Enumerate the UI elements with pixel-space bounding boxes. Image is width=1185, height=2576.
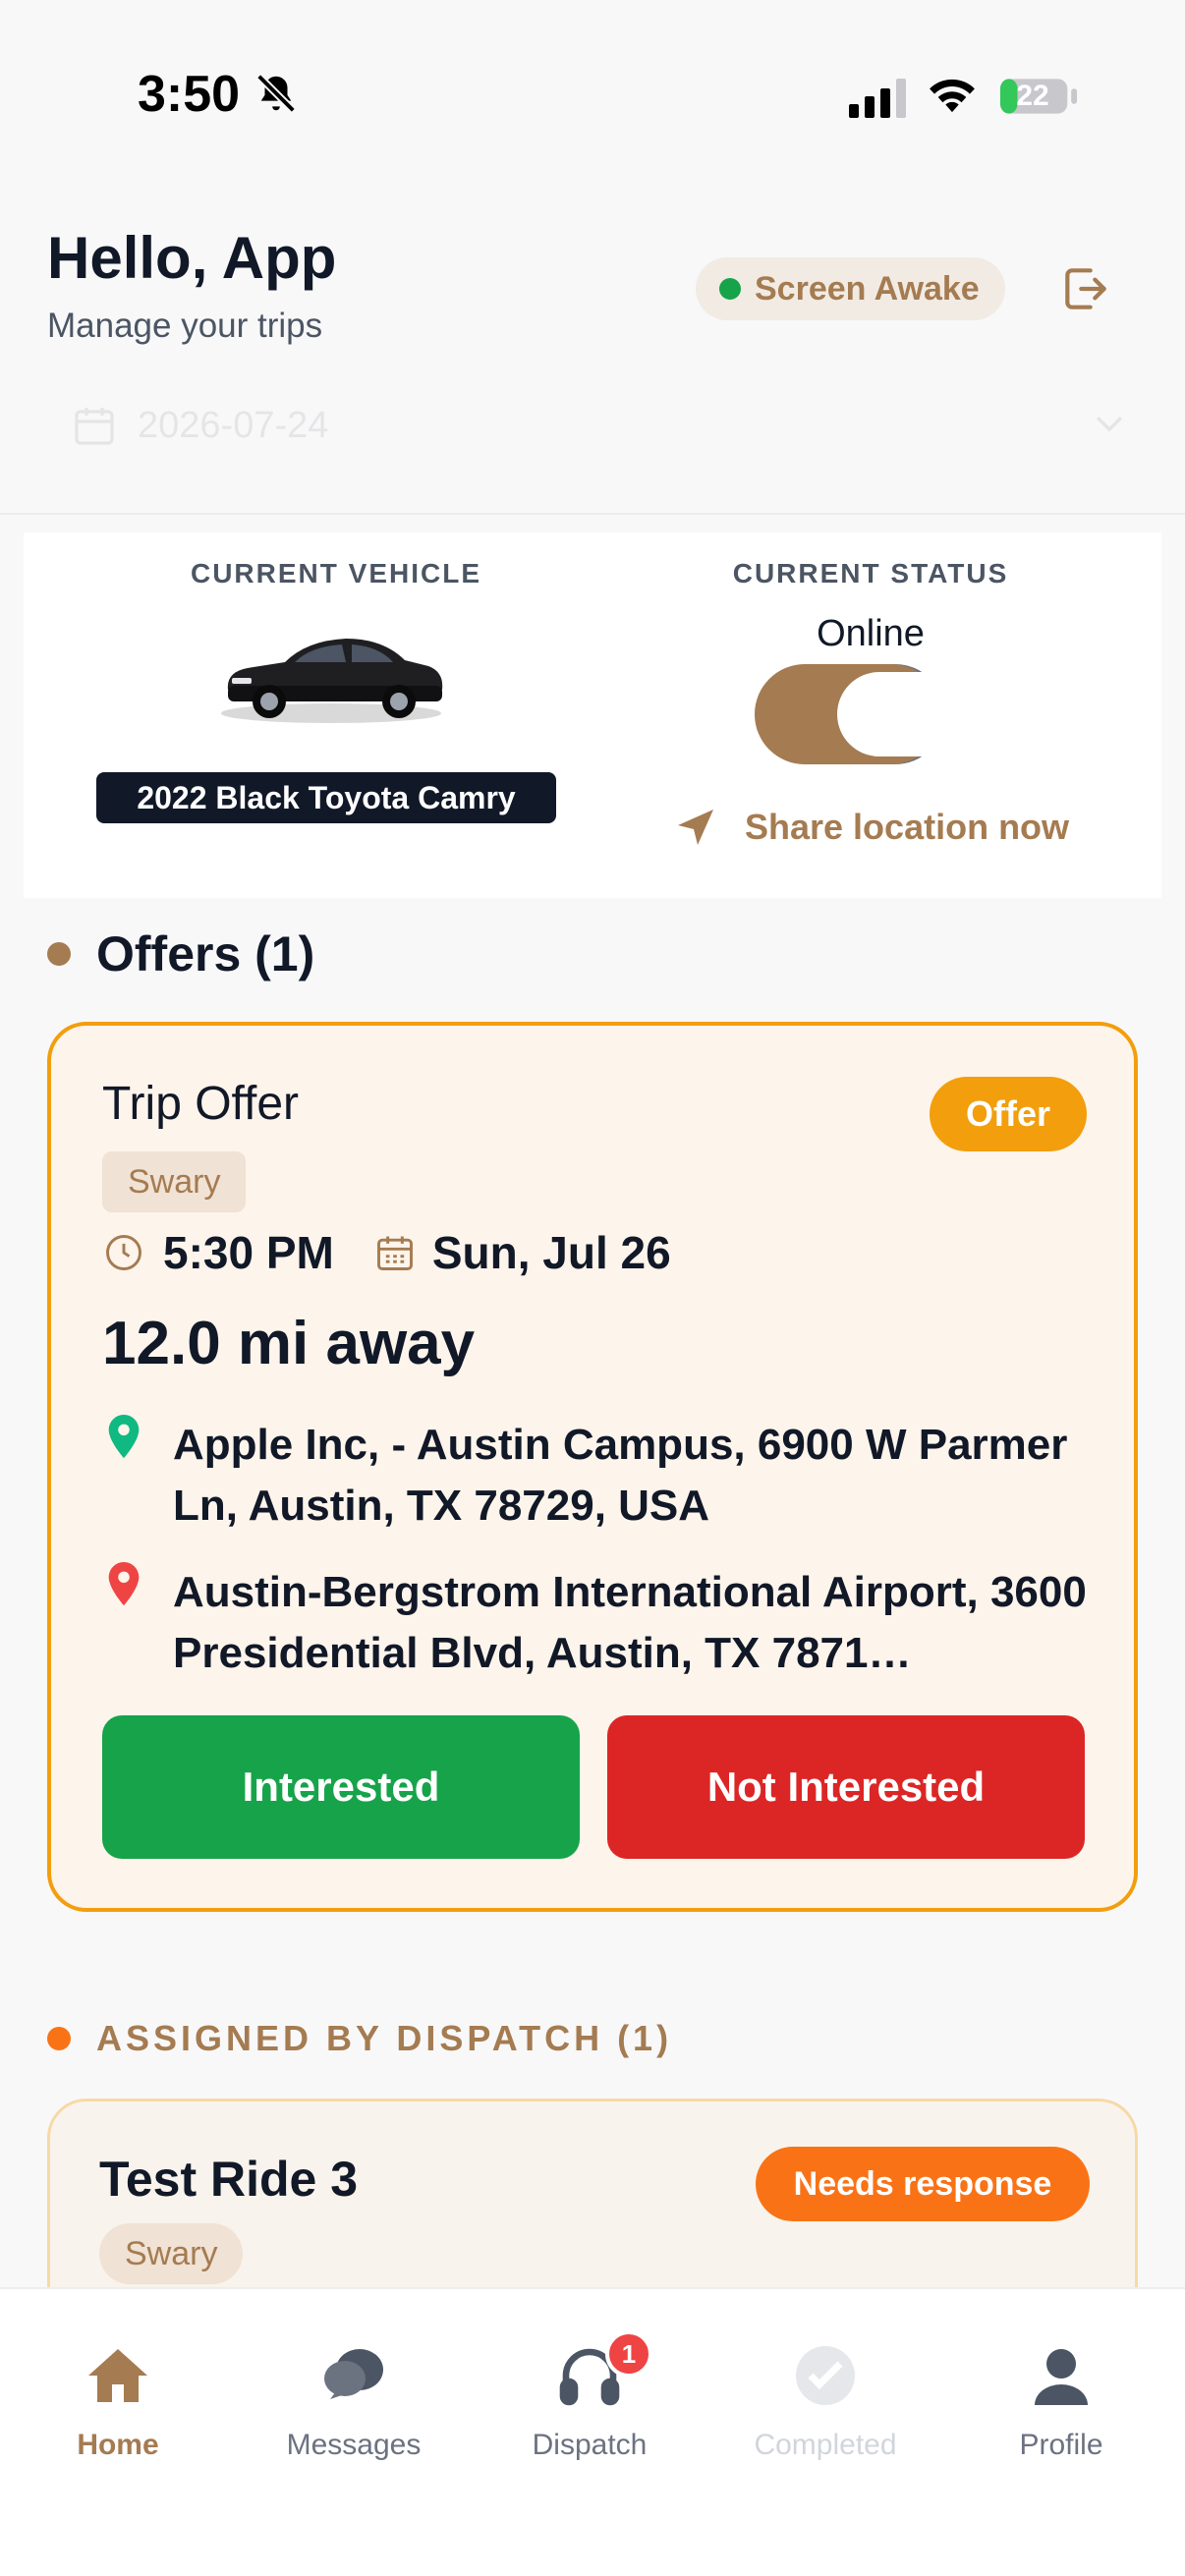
location-arrow-icon: [678, 810, 713, 845]
cellular-signal-icon: [849, 79, 906, 118]
calendar-icon: [376, 1236, 413, 1270]
vehicle-status-card: CURRENT VEHICLE 2022 Black Toyota Camry …: [24, 532, 1161, 898]
status-time: 3:50: [138, 66, 241, 123]
current-vehicle-label: CURRENT VEHICLE: [190, 558, 481, 588]
offers-title: Offers (1): [96, 926, 315, 981]
date-picker[interactable]: 2026-07-24: [47, 391, 1138, 460]
screen-awake-badge[interactable]: Screen Awake: [696, 257, 1005, 320]
offer-date: Sun, Jul 26: [431, 1227, 671, 1278]
home-icon: [88, 2349, 147, 2402]
offer-distance: 12.0 mi away: [102, 1310, 476, 1377]
online-toggle[interactable]: [755, 664, 973, 764]
current-status-label: CURRENT STATUS: [732, 558, 1009, 588]
dropoff-pin-icon: [108, 1562, 140, 1606]
offer-time-row: 5:30 PM Sun, Jul 26: [102, 1226, 671, 1279]
header-divider: [0, 513, 1185, 515]
chat-bubbles-icon: [324, 2349, 383, 2399]
offers-section-header: Offers (1): [47, 925, 314, 982]
offer-time: 5:30 PM: [163, 1227, 334, 1278]
dispatch-badge: 1: [605, 2330, 652, 2378]
tab-completed[interactable]: Completed: [707, 2340, 943, 2468]
bell-muted-icon: [256, 74, 296, 113]
logout-icon[interactable]: [1055, 261, 1116, 316]
tab-label: Messages: [286, 2429, 422, 2461]
person-icon: [1035, 2349, 1088, 2405]
tab-label: Profile: [1019, 2429, 1103, 2461]
section-bullet-icon: [47, 2027, 71, 2050]
date-value: 2026-07-24: [138, 404, 329, 446]
offer-badge: Offer: [930, 1077, 1087, 1151]
offer-tag: Swary: [102, 1151, 247, 1212]
greeting-title: Hello, App: [47, 225, 337, 291]
tab-label: Completed: [754, 2429, 897, 2461]
status-value: Online: [817, 613, 925, 654]
clock-icon: [106, 1235, 141, 1270]
share-location-label: Share location now: [745, 807, 1070, 847]
greeting-subtitle: Manage your trips: [47, 307, 323, 345]
calendar-icon: [75, 408, 114, 445]
check-circle-icon: [796, 2346, 855, 2405]
status-dot-icon: [719, 278, 741, 300]
tab-label: Home: [77, 2429, 159, 2461]
offer-title: Trip Offer: [102, 1078, 300, 1130]
section-bullet-icon: [47, 942, 71, 966]
chevron-down-icon: [1096, 416, 1123, 432]
tab-home[interactable]: Home: [0, 2340, 236, 2468]
toggle-knob: [837, 672, 973, 756]
trip-offer-card[interactable]: Trip Offer Offer Swary 5:30 PM Sun, Jul …: [47, 1022, 1138, 1912]
vehicle-name-chip: 2022 Black Toyota Camry: [96, 772, 556, 823]
status-bar: 3:50 22: [0, 0, 1185, 196]
tab-messages[interactable]: Messages: [236, 2340, 472, 2468]
tab-label: Dispatch: [532, 2429, 648, 2461]
tab-profile[interactable]: Profile: [943, 2340, 1179, 2468]
pickup-pin-icon: [108, 1415, 140, 1459]
interested-button[interactable]: Interested: [102, 1715, 580, 1859]
pickup-address: Apple Inc, - Austin Campus, 6900 W Parme…: [173, 1421, 1068, 1530]
dropoff-address: Austin-Bergstrom International Airport, …: [173, 1568, 1087, 1677]
not-interested-button[interactable]: Not Interested: [607, 1715, 1085, 1859]
ride-title: Test Ride 3: [99, 2152, 359, 2207]
assigned-title: ASSIGNED BY DISPATCH (1): [96, 2018, 673, 2058]
car-image: [221, 639, 443, 723]
assigned-section-header: ASSIGNED BY DISPATCH (1): [47, 2018, 672, 2059]
share-location-button[interactable]: Share location now: [672, 804, 1069, 851]
battery-level: 22: [1016, 80, 1049, 112]
ride-tag: Swary: [99, 2223, 244, 2284]
tab-dispatch[interactable]: 1 Dispatch: [472, 2330, 707, 2468]
screen-awake-label: Screen Awake: [755, 269, 980, 308]
wifi-icon: [930, 79, 975, 113]
bottom-tab-bar: Home Messages 1 Dispatch Completed Profi…: [0, 2287, 1185, 2576]
needs-response-badge: Needs response: [756, 2147, 1090, 2221]
